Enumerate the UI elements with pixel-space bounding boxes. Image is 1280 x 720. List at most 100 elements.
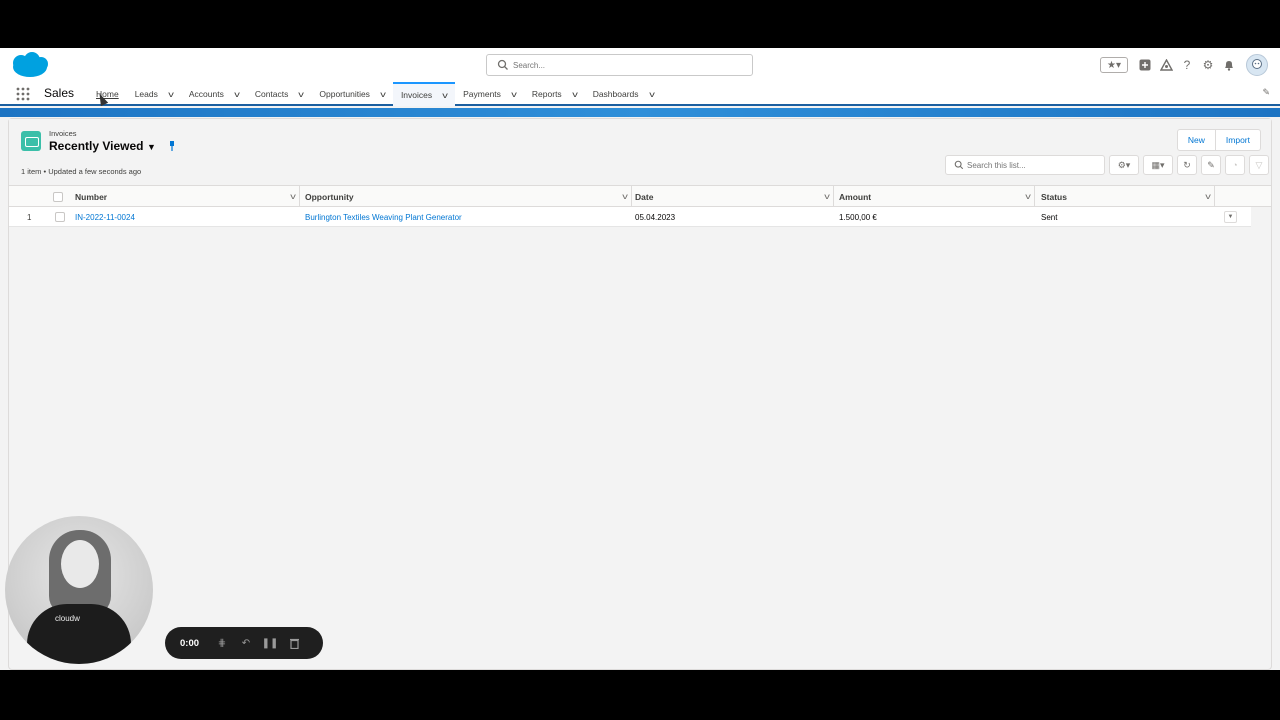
chevron-down-icon[interactable]: v bbox=[299, 90, 305, 99]
invoice-number-link[interactable]: IN-2022-11-0024 bbox=[69, 207, 135, 227]
nav-item-contacts[interactable]: Contacts v bbox=[247, 82, 312, 106]
invoice-amount: 1.500,00 € bbox=[839, 212, 877, 222]
column-label: Number bbox=[75, 191, 108, 202]
global-search[interactable] bbox=[486, 54, 753, 76]
nav-item-accounts[interactable]: Accounts v bbox=[181, 82, 247, 106]
nav-item-payments[interactable]: Payments v bbox=[455, 82, 524, 106]
invoice-table: Number v Opportunity v Date v Amount v Statu… bbox=[9, 185, 1271, 227]
list-actions: New Import bbox=[1176, 129, 1261, 151]
nav-item-label: Dashboards bbox=[592, 89, 639, 99]
chevron-down-icon[interactable]: v bbox=[442, 91, 448, 100]
undo-icon[interactable]: ↶ bbox=[240, 637, 252, 649]
new-button[interactable]: New bbox=[1176, 129, 1216, 151]
header-utility-icons: ★▾ ? ⚙ bbox=[1100, 54, 1268, 76]
app-nav-bar: Sales Home Leads v Accounts v Contacts v Op… bbox=[0, 82, 1280, 106]
import-button[interactable]: Import bbox=[1215, 129, 1261, 151]
chevron-down-icon[interactable]: v bbox=[511, 90, 517, 99]
list-meta: 1 item • Updated a few seconds ago bbox=[21, 167, 142, 176]
list-view-card: Invoices Recently Viewed ▼ 1 item • Upda… bbox=[8, 118, 1272, 670]
search-icon bbox=[954, 160, 964, 170]
list-view-name[interactable]: Recently Viewed bbox=[49, 139, 144, 153]
header-background-band bbox=[0, 108, 1280, 117]
invoice-object-icon bbox=[21, 131, 41, 151]
nav-item-leads[interactable]: Leads v bbox=[127, 82, 181, 106]
caret-down-icon[interactable]: ▼ bbox=[147, 142, 156, 152]
column-header-opportunity[interactable]: Opportunity v bbox=[299, 186, 632, 207]
charts-icon[interactable]: ◔ bbox=[1225, 155, 1245, 175]
trailhead-icon[interactable] bbox=[1158, 57, 1174, 73]
nav-item-opportunities[interactable]: Opportunities v bbox=[311, 82, 393, 106]
delete-trash-icon[interactable] bbox=[288, 637, 300, 649]
edit-nav-pencil-icon[interactable]: ✎ bbox=[1262, 87, 1270, 98]
table-header: Number v Opportunity v Date v Amount v Statu… bbox=[9, 185, 1271, 207]
presenter-webcam: cloudw bbox=[5, 516, 153, 664]
row-checkbox[interactable] bbox=[55, 212, 65, 222]
list-search-input[interactable] bbox=[967, 158, 1097, 172]
user-avatar[interactable] bbox=[1246, 54, 1268, 76]
chevron-down-icon[interactable]: v bbox=[824, 192, 830, 201]
nav-item-invoices[interactable]: Invoices v bbox=[392, 82, 456, 106]
list-settings-gear-icon[interactable]: ⚙▾ bbox=[1109, 155, 1139, 175]
invoice-date: 05.04.2023 bbox=[635, 212, 676, 222]
column-label: Date bbox=[635, 191, 654, 202]
list-search[interactable] bbox=[945, 155, 1105, 175]
chevron-down-icon[interactable]: v bbox=[168, 90, 174, 99]
row-select bbox=[49, 207, 65, 227]
row-number-header bbox=[9, 186, 47, 207]
chevron-down-icon[interactable]: v bbox=[649, 90, 655, 99]
global-header: ★▾ ? ⚙ bbox=[0, 48, 1280, 82]
opportunity-link[interactable]: Burlington Textiles Weaving Plant Genera… bbox=[299, 207, 462, 227]
nav-item-reports[interactable]: Reports v bbox=[524, 82, 585, 106]
inline-edit-pencil-icon[interactable]: ✎ bbox=[1201, 155, 1221, 175]
column-header-number[interactable]: Number v bbox=[69, 186, 300, 207]
search-icon bbox=[497, 59, 508, 70]
select-all-header bbox=[47, 186, 69, 207]
row-action-menu-icon[interactable]: ▼ bbox=[1224, 211, 1237, 223]
chevron-down-icon[interactable]: v bbox=[572, 90, 578, 99]
column-header-date[interactable]: Date v bbox=[629, 186, 834, 207]
nav-item-label: Reports bbox=[531, 89, 562, 99]
table-row: 1 IN-2022-11-0024 Burlington Textiles We… bbox=[9, 207, 1251, 227]
help-icon[interactable]: ? bbox=[1179, 57, 1195, 73]
chevron-down-icon[interactable]: v bbox=[380, 90, 386, 99]
filter-icon[interactable]: ▽ bbox=[1249, 155, 1269, 175]
setup-gear-icon[interactable]: ⚙ bbox=[1200, 57, 1216, 73]
app-name: Sales bbox=[44, 86, 75, 100]
global-search-input[interactable] bbox=[513, 57, 743, 73]
nav-item-label: Contacts bbox=[254, 89, 289, 99]
chevron-down-icon[interactable]: v bbox=[290, 192, 296, 201]
favorites-star-icon[interactable]: ★▾ bbox=[1100, 57, 1128, 73]
nav-item-label: Accounts bbox=[188, 89, 224, 99]
column-header-amount[interactable]: Amount v bbox=[833, 186, 1035, 207]
refresh-icon[interactable]: ↻ bbox=[1177, 155, 1197, 175]
column-label: Status bbox=[1041, 191, 1067, 202]
presenter-shirt-text: cloudw bbox=[55, 614, 80, 623]
recording-timer: 0:00 bbox=[180, 637, 200, 649]
nav-item-label: Opportunities bbox=[319, 89, 370, 99]
display-as-table-icon[interactable]: ▦▾ bbox=[1143, 155, 1173, 175]
recording-controls: 0:00 ⋕ ↶ ❚❚ bbox=[165, 627, 323, 659]
notifications-bell-icon[interactable] bbox=[1221, 57, 1237, 73]
column-header-status[interactable]: Status v bbox=[1035, 186, 1215, 207]
presenter-body bbox=[27, 604, 131, 664]
column-label: Amount bbox=[839, 191, 872, 202]
salesforce-window: ★▾ ? ⚙ Sales Ho bbox=[0, 48, 1280, 670]
row-number: 1 bbox=[27, 212, 32, 222]
nav-items: Home Leads v Accounts v Contacts v Opportun… bbox=[88, 82, 662, 106]
chevron-down-icon[interactable]: v bbox=[622, 192, 628, 201]
pause-icon[interactable]: ❚❚ bbox=[262, 637, 279, 649]
add-icon[interactable] bbox=[1137, 57, 1153, 73]
chevron-down-icon[interactable]: v bbox=[1025, 192, 1031, 201]
chevron-down-icon[interactable]: v bbox=[1205, 192, 1211, 201]
presenter-face bbox=[61, 540, 99, 588]
chevron-down-icon[interactable]: v bbox=[234, 90, 240, 99]
select-all-checkbox[interactable] bbox=[53, 191, 63, 202]
nav-item-dashboards[interactable]: Dashboards v bbox=[585, 82, 662, 106]
list-view-header: Invoices Recently Viewed ▼ 1 item • Upda… bbox=[9, 119, 1271, 185]
app-launcher-icon[interactable] bbox=[16, 87, 30, 101]
drag-grid-icon[interactable]: ⋕ bbox=[216, 637, 228, 649]
salesforce-logo[interactable] bbox=[10, 52, 50, 80]
pin-icon[interactable] bbox=[165, 139, 179, 153]
column-label: Opportunity bbox=[305, 191, 354, 202]
list-toolbar: ⚙▾ ▦▾ ↻ ✎ ◔ ▽ bbox=[1109, 155, 1269, 175]
